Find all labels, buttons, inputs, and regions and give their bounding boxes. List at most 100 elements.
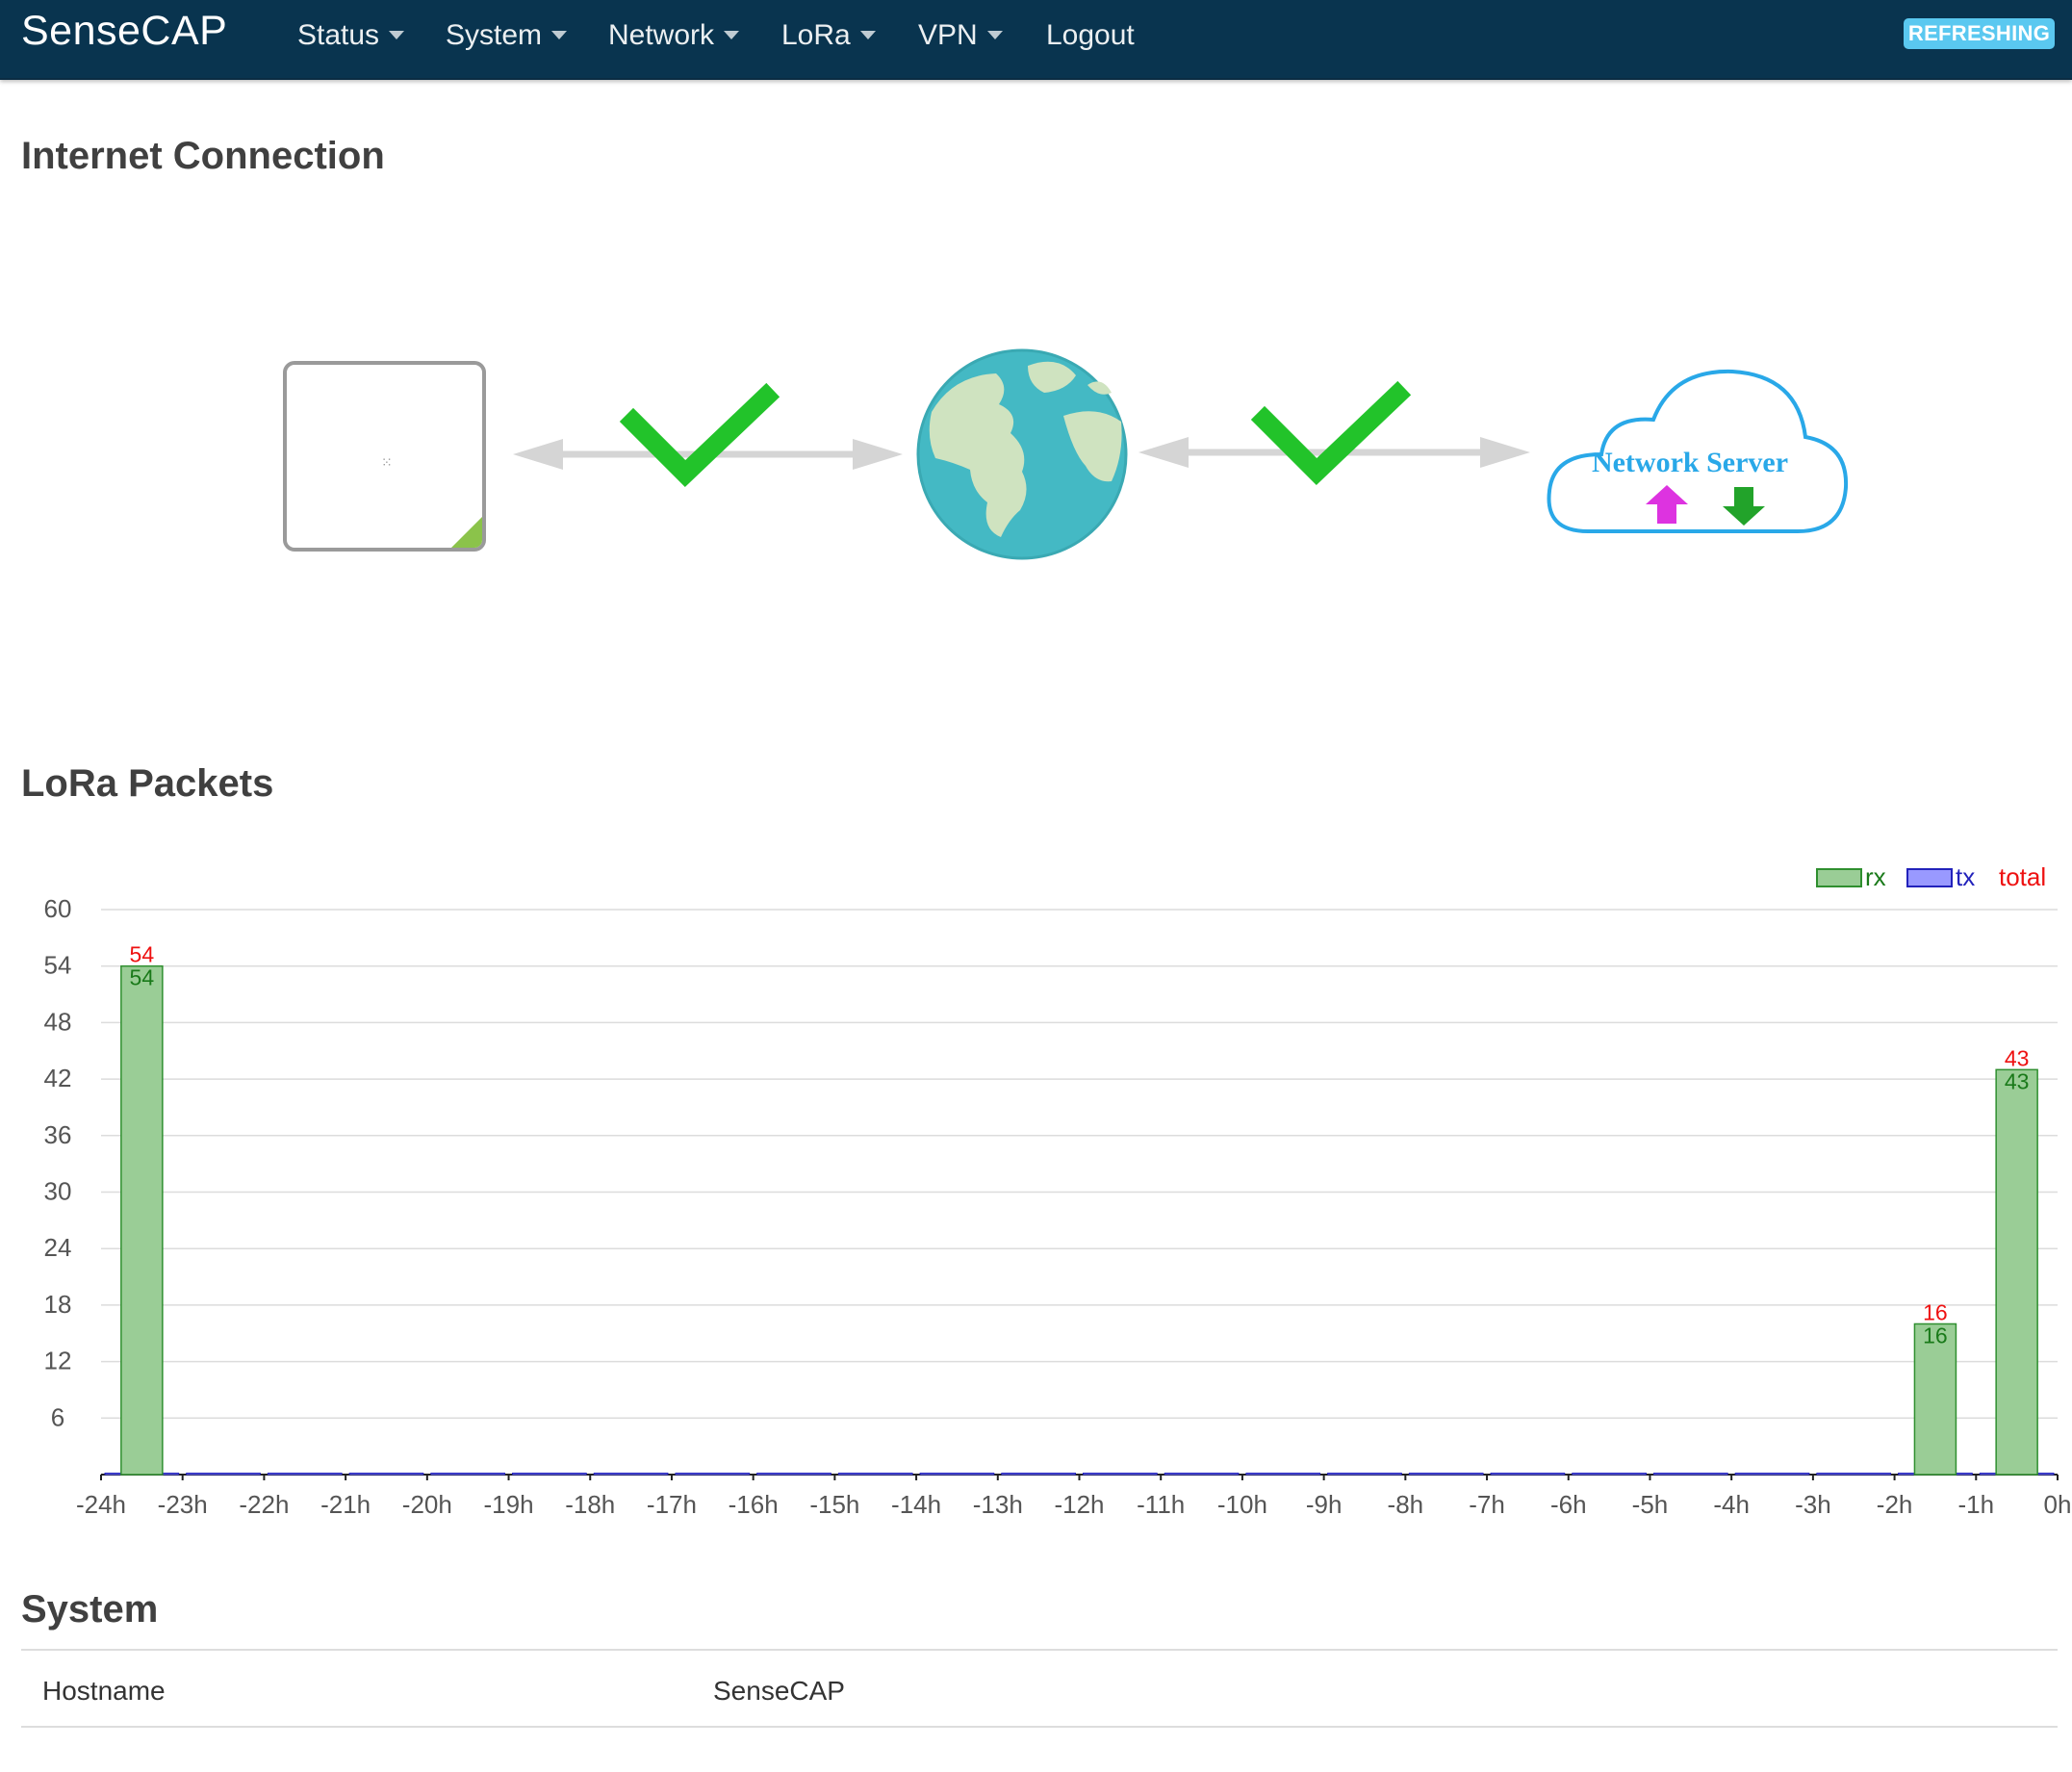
divider (21, 1649, 2058, 1651)
x-tick-label: -2h (1877, 1490, 1913, 1519)
y-tick-label: 12 (44, 1347, 72, 1375)
refreshing-badge[interactable]: REFRESHING (1904, 18, 2055, 49)
tx-bar (1408, 1473, 1484, 1476)
x-tick-label: -5h (1632, 1490, 1669, 1519)
y-tick-label: 30 (44, 1177, 72, 1206)
rx-bar (1995, 1068, 2038, 1476)
tx-bar (675, 1473, 751, 1476)
system-title: System (21, 1588, 159, 1631)
brand-logo[interactable]: SenseCAP (21, 8, 227, 55)
menu-network[interactable]: Network (608, 19, 740, 52)
check-icon (619, 382, 780, 487)
legend-rx-swatch (1816, 868, 1862, 887)
total-data-label: 16 (1923, 1299, 1948, 1324)
x-tick-label: -19h (484, 1490, 534, 1519)
menu-lora[interactable]: LoRa (781, 19, 876, 52)
tx-bar (756, 1473, 831, 1476)
menu-system[interactable]: System (446, 19, 568, 52)
caret-down-icon (986, 30, 1003, 39)
x-tick-label: -7h (1469, 1490, 1505, 1519)
total-data-label: 43 (2005, 1045, 2030, 1070)
x-tick-label: -14h (891, 1490, 941, 1519)
tx-bar (1652, 1473, 1728, 1476)
y-tick-label: 36 (44, 1120, 72, 1149)
menu-logout-label: Logout (1046, 19, 1135, 51)
menu-vpn-label: VPN (918, 19, 978, 51)
globe-icon (916, 348, 1128, 560)
y-tick-label: 18 (44, 1290, 72, 1319)
menu-lora-label: LoRa (781, 19, 851, 51)
x-tick-label: -17h (647, 1490, 697, 1519)
lora-packets-title: LoRa Packets (21, 762, 274, 805)
internet-connection-title: Internet Connection (21, 135, 385, 177)
rx-data-label: 16 (1923, 1323, 1948, 1348)
x-tick-label: -11h (1137, 1490, 1185, 1519)
x-tick-label: -20h (402, 1490, 452, 1519)
x-tick-label: -13h (973, 1490, 1023, 1519)
x-tick-label: -9h (1306, 1490, 1343, 1519)
x-tick-label: -6h (1550, 1490, 1587, 1519)
y-tick-label: 6 (51, 1402, 64, 1431)
tx-bar (1327, 1473, 1402, 1476)
network-server-label: Network Server (1592, 447, 1788, 478)
x-tick-label: -8h (1388, 1490, 1424, 1519)
tx-bar (1164, 1473, 1240, 1476)
menu-status-label: Status (297, 19, 380, 51)
connection-diagram: ⁙ Network Server (0, 337, 2072, 587)
tx-bar (1001, 1473, 1076, 1476)
tx-bar (1245, 1473, 1321, 1476)
tx-bar (1734, 1473, 1810, 1476)
top-navbar: SenseCAP Status System Network LoRa VPN … (0, 0, 2072, 80)
x-tick-label: -4h (1713, 1490, 1750, 1519)
total-data-label: 54 (130, 942, 155, 967)
lora-packets-chart: 6 12 18 24 30 36 42 48 54 60 -24h -23h -22h -21h -20h -… (0, 847, 2072, 1521)
menu-network-label: Network (608, 19, 715, 51)
check-icon (1250, 380, 1412, 485)
x-tick-label: -23h (158, 1490, 208, 1519)
y-tick-label: 24 (44, 1233, 72, 1262)
menu-logout[interactable]: Logout (1046, 19, 1135, 52)
x-tick-label: -10h (1217, 1490, 1267, 1519)
network-server-cloud-icon: Network Server (1547, 369, 1849, 533)
legend-rx-label: rx (1865, 862, 1886, 891)
tx-bar (1083, 1473, 1158, 1476)
tx-bar (186, 1473, 261, 1476)
connection-svg: Network Server (513, 348, 1849, 560)
tx-bar (430, 1473, 506, 1476)
caret-down-icon (724, 30, 740, 39)
legend-tx-label: tx (1956, 862, 1975, 891)
x-tick-label: -16h (729, 1490, 779, 1519)
menu-vpn[interactable]: VPN (918, 19, 1003, 52)
tx-bar (593, 1473, 669, 1476)
x-tick-label: 0h (2044, 1490, 2072, 1519)
x-tick-label: -1h (1958, 1490, 1995, 1519)
x-tick-label: -24h (76, 1490, 126, 1519)
legend-tx-swatch (1906, 868, 1953, 887)
y-tick-label: 54 (44, 951, 72, 980)
menu-system-label: System (446, 19, 543, 51)
tx-bar (919, 1473, 995, 1476)
legend-total-label: total (1999, 862, 2046, 891)
x-tick-label: -12h (1054, 1490, 1104, 1519)
menu-status[interactable]: Status (297, 19, 405, 52)
x-tick-label: -21h (320, 1490, 371, 1519)
tx-bar (348, 1473, 424, 1476)
y-tick-label: 60 (44, 894, 72, 923)
rx-data-label: 54 (130, 965, 155, 990)
tx-bar (1490, 1473, 1566, 1476)
caret-down-icon (551, 30, 568, 39)
y-tick-label: 42 (44, 1064, 72, 1092)
tx-bar (1572, 1473, 1647, 1476)
hostname-value: SenseCAP (713, 1676, 845, 1706)
caret-down-icon (859, 30, 876, 39)
x-tick-label: -22h (239, 1490, 289, 1519)
tx-bar (1816, 1473, 1892, 1476)
rx-bar (120, 964, 164, 1476)
rx-data-label: 43 (2005, 1068, 2030, 1093)
x-tick-label: -15h (809, 1490, 859, 1519)
x-tick-label: -3h (1795, 1490, 1831, 1519)
y-tick-label: 48 (44, 1007, 72, 1036)
x-tick-label: -18h (565, 1490, 615, 1519)
divider (21, 1726, 2058, 1728)
caret-down-icon (389, 30, 405, 39)
